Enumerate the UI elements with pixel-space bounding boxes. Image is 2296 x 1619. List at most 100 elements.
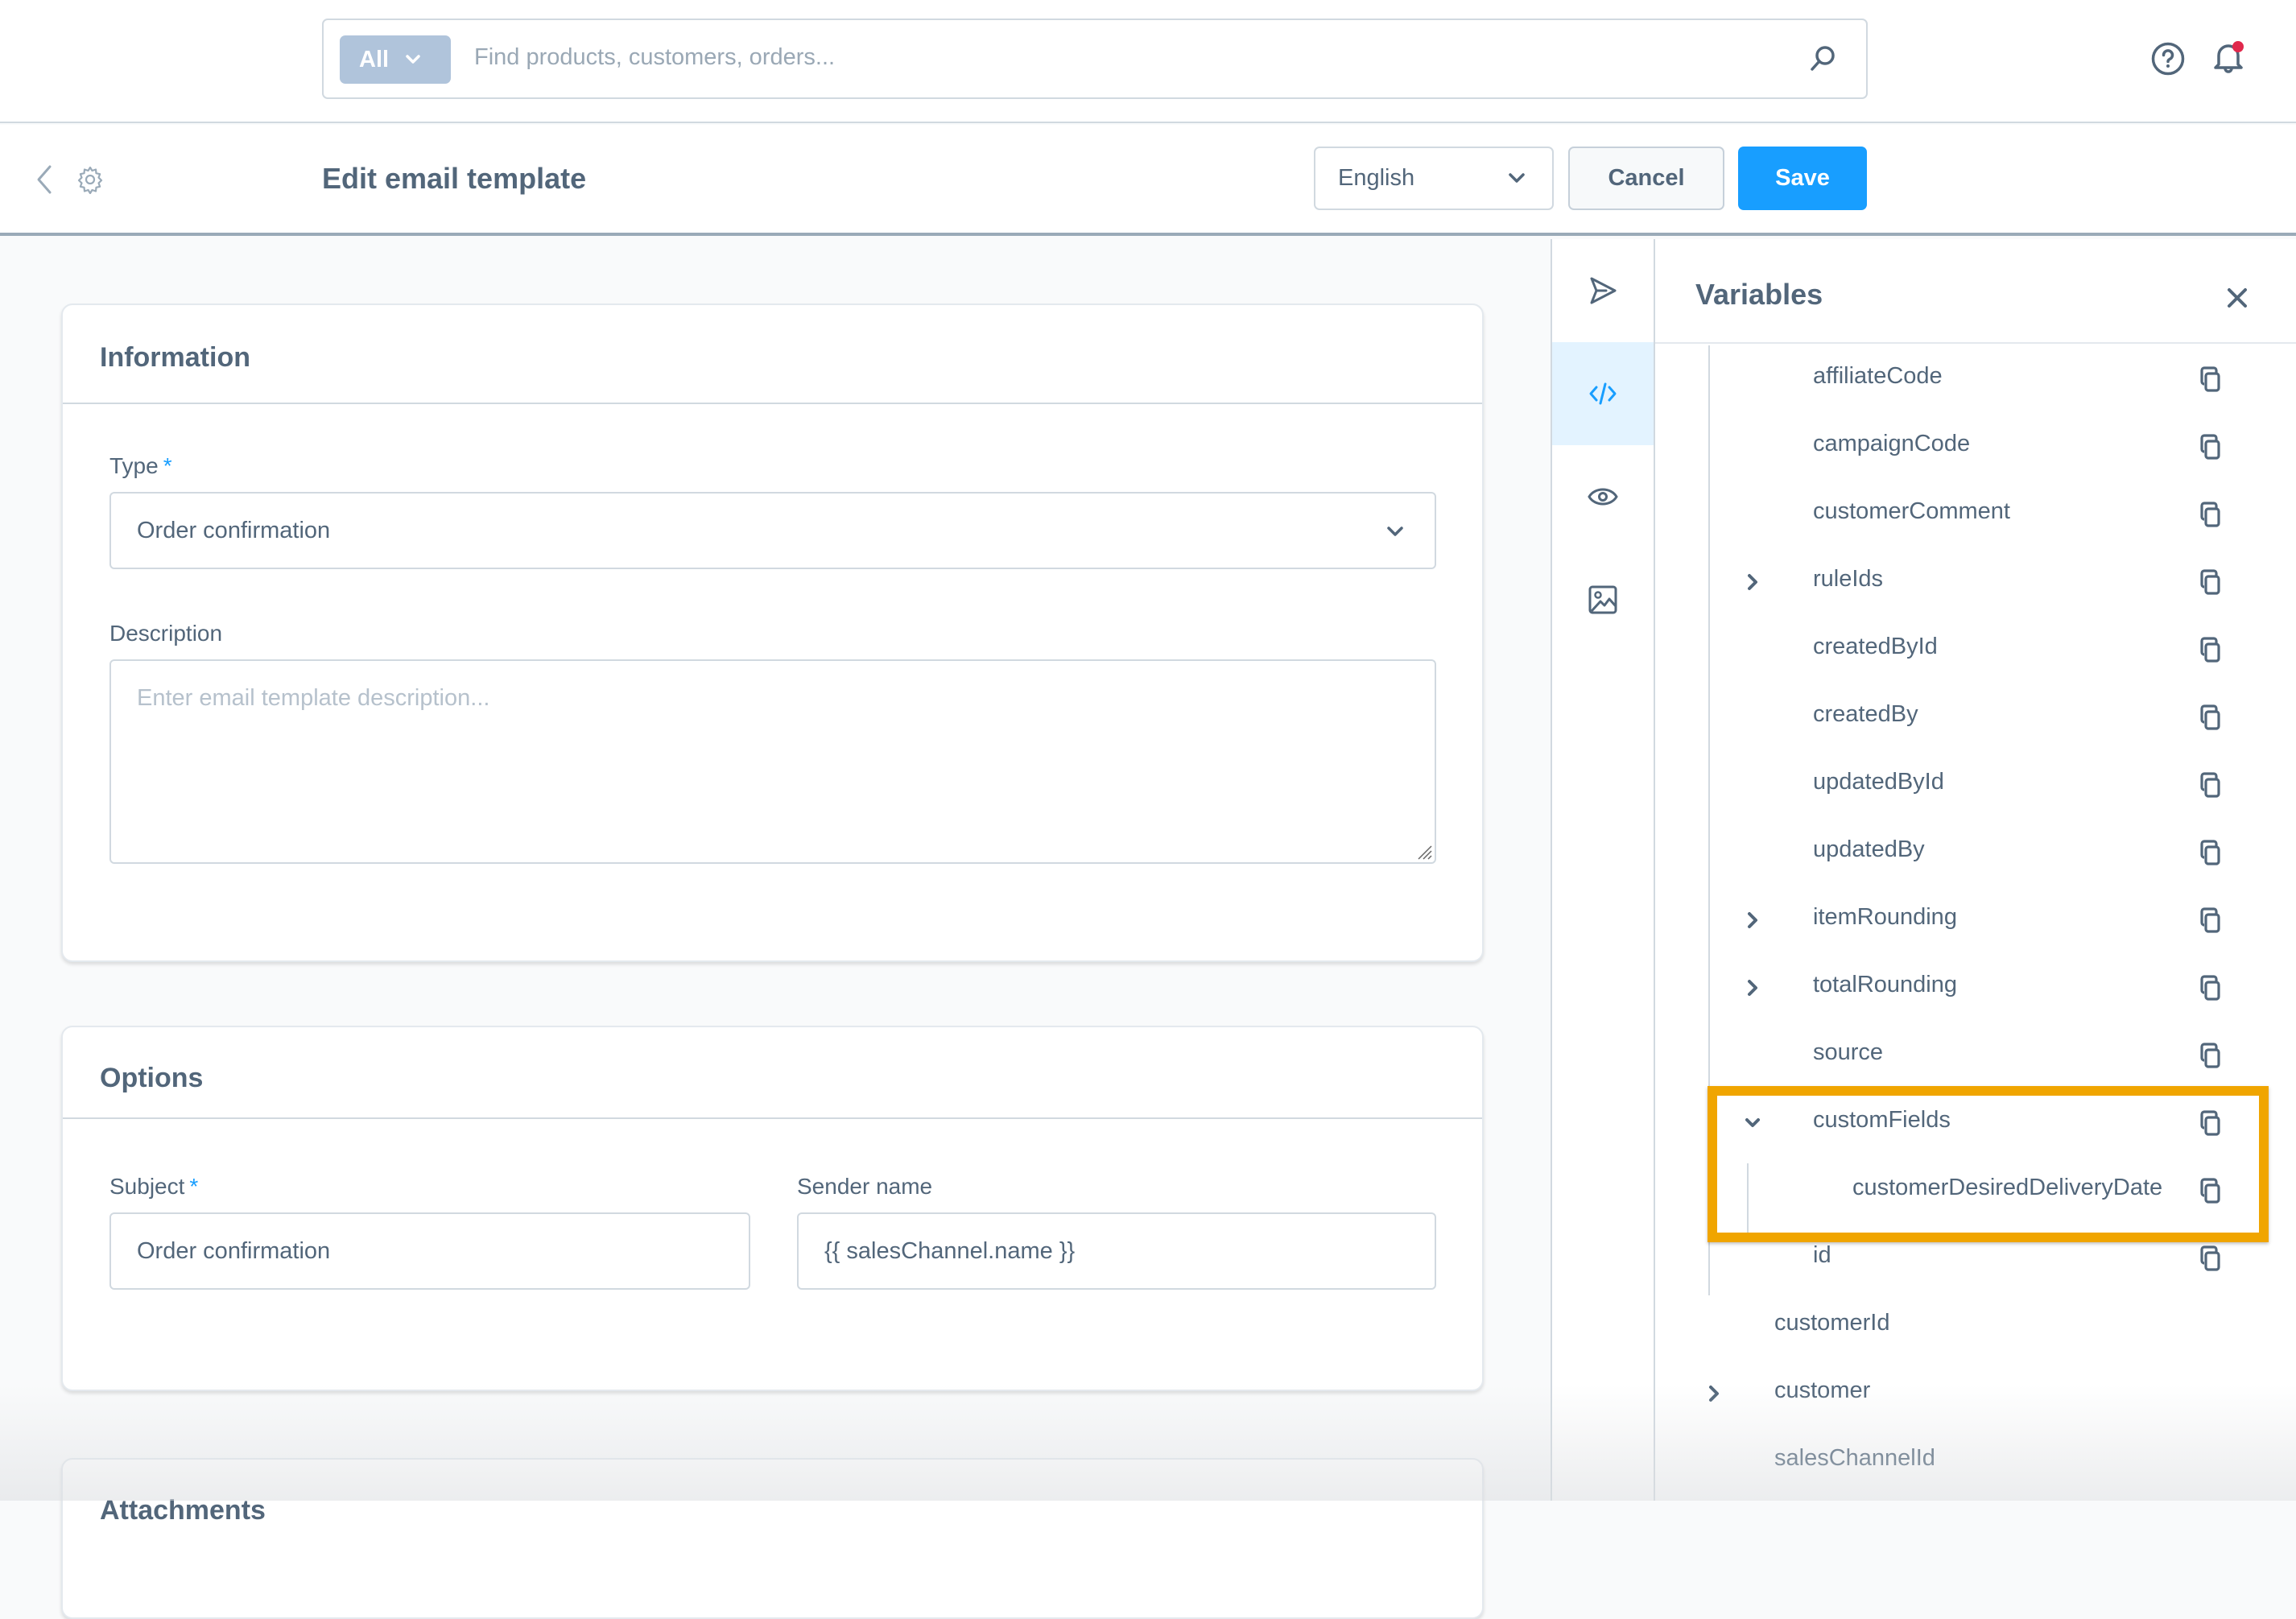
subject-value: Order confirmation [137,1237,331,1264]
card-divider [63,1117,1482,1119]
attachments-title: Attachments [100,1495,266,1526]
type-select[interactable]: Order confirmation [109,492,1436,569]
variable-label: ruleIds [1813,566,1884,592]
media-icon [1588,585,1617,614]
copy-icon[interactable] [2196,635,2222,664]
variable-row[interactable]: affiliateCode [1655,345,2296,413]
close-icon[interactable] [2225,286,2249,310]
variable-label: salesChannelId [1774,1445,1935,1471]
options-title: Options [100,1063,204,1093]
subject-label-text: Subject [109,1174,185,1199]
variable-label: campaignCode [1813,431,1971,456]
copy-icon[interactable] [2196,770,2222,799]
variable-row[interactable]: customerComment [1655,481,2296,548]
language-select[interactable]: English [1314,147,1554,210]
variable-row[interactable]: itemRounding [1655,886,2296,954]
sidebar-tabs [1551,239,1655,1501]
copy-icon[interactable] [2196,500,2222,529]
page-header: Edit email template English Cancel Save [0,125,2296,236]
send-icon [1590,277,1617,304]
required-marker: * [189,1174,199,1199]
options-card: Options Subject * Order confirmation Send… [61,1026,1484,1391]
variable-label: totalRounding [1813,972,1957,997]
search-input[interactable]: Find products, customers, orders... [474,44,835,71]
information-title: Information [100,342,250,373]
variable-row[interactable]: customerDesiredDeliveryDate [1655,1157,2296,1225]
variables-title: Variables [1695,278,1823,311]
variable-row[interactable]: updatedById [1655,751,2296,819]
card-divider [63,403,1482,404]
cancel-button[interactable]: Cancel [1568,147,1724,210]
copy-icon[interactable] [2196,838,2222,867]
variables-panel: Variables affiliateCode campaignCode custo… [1655,239,2296,1501]
chevron-right-icon[interactable] [1745,911,1760,930]
tab-send-test-mail[interactable] [1552,239,1654,342]
variable-row[interactable]: campaignCode [1655,413,2296,481]
copy-icon[interactable] [2196,1244,2222,1273]
tab-preview[interactable] [1552,445,1654,548]
variable-row[interactable]: createdBy [1655,684,2296,751]
chevron-down-icon [1387,527,1403,536]
variable-label: itemRounding [1813,904,1957,930]
copy-icon[interactable] [2196,568,2222,597]
copy-icon[interactable] [2196,906,2222,935]
chevron-right-icon[interactable] [1707,1384,1721,1403]
variable-row[interactable]: updatedBy [1655,819,2296,886]
variable-row[interactable]: createdById [1655,616,2296,684]
sender-name-label: Sender name [797,1174,933,1199]
search-icon[interactable] [1807,43,1839,75]
variable-row[interactable]: ruleIds [1655,548,2296,616]
variable-label: affiliateCode [1813,363,1943,389]
variables-header: Variables [1655,239,2296,344]
gear-icon[interactable] [76,165,105,194]
global-search[interactable]: All Find products, customers, orders... [322,19,1868,99]
variable-label: createdBy [1813,701,1918,727]
tab-variables[interactable] [1552,342,1654,445]
back-icon[interactable] [32,163,56,196]
variable-row[interactable]: source [1655,1022,2296,1089]
copy-icon[interactable] [2196,1041,2222,1070]
variable-row[interactable]: totalRounding [1655,954,2296,1022]
variable-label: customerId [1774,1310,1890,1336]
chevron-right-icon[interactable] [1745,978,1760,997]
chevron-down-icon [1509,173,1525,183]
variable-label: customerComment [1813,498,2010,524]
copy-icon[interactable] [2196,1176,2222,1205]
description-label: Description [109,621,223,646]
variable-label: id [1813,1242,1831,1268]
save-button[interactable]: Save [1738,147,1867,210]
subject-label: Subject * [109,1174,198,1200]
search-type-dropdown[interactable]: All [340,35,451,84]
variable-row[interactable]: customerId [1655,1292,2296,1360]
copy-icon[interactable] [2196,973,2222,1002]
help-icon[interactable] [2150,41,2186,76]
type-label-text: Type [109,453,159,478]
sender-name-input[interactable]: {{ salesChannel.name }} [797,1212,1436,1290]
variable-row[interactable]: customer [1655,1360,2296,1427]
description-textarea[interactable]: Enter email template description... [109,659,1436,864]
subject-input[interactable]: Order confirmation [109,1212,750,1290]
tab-media[interactable] [1552,548,1654,651]
variable-label: source [1813,1039,1884,1065]
copy-icon[interactable] [2196,1109,2222,1138]
information-card: Information Type * Order confirmation Des… [61,304,1484,962]
chevron-right-icon[interactable] [1745,572,1760,592]
preview-icon [1588,488,1618,506]
main-content[interactable]: Information Type * Order confirmation Des… [0,239,1551,1619]
copy-icon[interactable] [2196,432,2222,461]
copy-icon[interactable] [2196,365,2222,394]
variable-row[interactable]: salesChannelId [1655,1427,2296,1495]
resize-handle-icon[interactable] [1415,843,1433,861]
variable-label: customer [1774,1377,1871,1403]
description-placeholder: Enter email template description... [137,685,490,711]
type-label: Type * [109,453,172,479]
variable-row[interactable]: customFields [1655,1089,2296,1157]
sender-name-value: {{ salesChannel.name }} [824,1237,1076,1264]
variable-row[interactable]: id [1655,1225,2296,1292]
copy-icon[interactable] [2196,703,2222,732]
chevron-down-icon[interactable] [1745,1115,1760,1130]
page-title: Edit email template [322,162,587,195]
notification-bell-icon[interactable] [2209,39,2248,77]
top-bar: All Find products, customers, orders... [0,0,2296,123]
type-value: Order confirmation [137,517,331,543]
